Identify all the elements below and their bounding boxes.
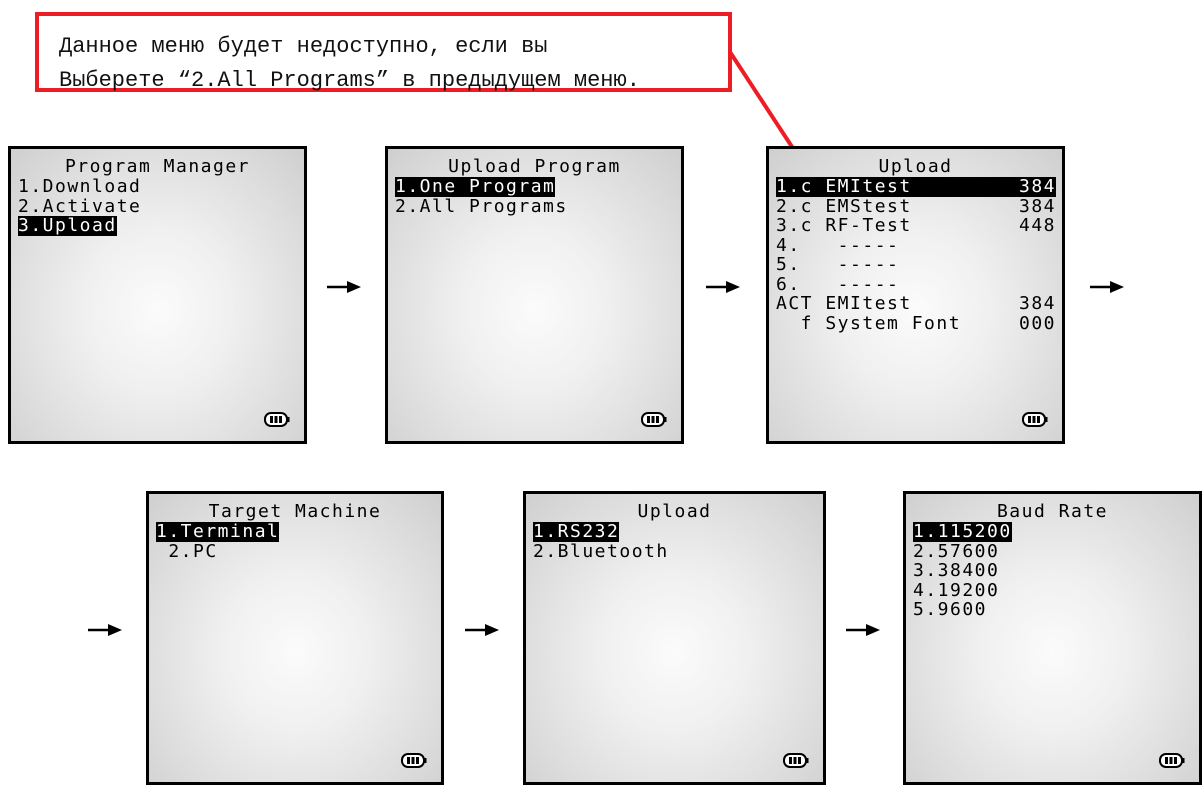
menu-item-label: 2.Activate xyxy=(18,195,142,217)
menu-item[interactable]: 6. ----- xyxy=(776,273,1056,295)
menu-item-label: 1.c EMItest xyxy=(776,176,912,197)
menu-item[interactable]: 4.19200 xyxy=(913,579,1193,601)
menu-item-label: 1.Terminal xyxy=(156,521,280,542)
menu-item[interactable]: 1.One Program xyxy=(395,177,675,197)
menu-item-label: 1.Download xyxy=(18,176,142,197)
menu-item-label: 3.c RF-Test xyxy=(776,215,912,236)
menu-list: 1.115200 2.57600 3.38400 4.19200 5.9600 xyxy=(913,522,1193,620)
menu-item-label: 4.19200 xyxy=(913,579,1000,601)
menu-item-size: 384 xyxy=(1018,293,1056,314)
screen-title: Baud Rate xyxy=(996,501,1109,522)
menu-item-size: 384 xyxy=(1018,176,1056,197)
menu-list: 1.RS232 2.Bluetooth xyxy=(533,522,817,561)
menu-item-size: 384 xyxy=(1018,195,1056,217)
menu-item-label: 5.9600 xyxy=(913,599,988,620)
screen-upload-port: Upload 1.RS232 2.Bluetooth xyxy=(523,491,826,785)
menu-item-label: 2.All Programs xyxy=(395,195,568,217)
menu-item[interactable]: 2.c EMStest 384 xyxy=(776,195,1056,217)
menu-item[interactable]: 1.115200 xyxy=(913,522,1193,542)
battery-icon xyxy=(401,753,427,768)
screen-baud-rate: Baud Rate 1.115200 2.57600 3.38400 4.19200 5.… xyxy=(903,491,1202,785)
flow-arrow-icon xyxy=(706,281,740,293)
note-line-2: Выберете “2.All Programs” в предыдущем м… xyxy=(59,68,640,93)
menu-item-label: 1.One Program xyxy=(395,176,556,197)
screen-title: Program Manager xyxy=(64,156,251,177)
menu-item[interactable]: 1.c EMItest 384 xyxy=(776,177,1056,197)
menu-item-label: 4. ----- xyxy=(776,234,900,256)
flow-arrow-icon xyxy=(88,624,122,636)
note-line-1: Данное меню будет недоступно, если вы xyxy=(59,34,548,59)
menu-item-size: 448 xyxy=(1018,215,1056,236)
menu-item[interactable]: 4. ----- xyxy=(776,234,1056,256)
menu-item-size: 000 xyxy=(1018,312,1056,334)
menu-item-label: 2.57600 xyxy=(913,540,1000,562)
menu-item-label: 2.c EMStest xyxy=(776,195,912,217)
menu-item-label: 3.38400 xyxy=(913,560,1000,581)
menu-list: 1.Terminal 2.PC xyxy=(156,522,435,561)
menu-item[interactable]: 2.Bluetooth xyxy=(533,540,817,562)
menu-item-label: 1.RS232 xyxy=(533,521,620,542)
menu-item[interactable]: 1.RS232 xyxy=(533,522,817,542)
flow-arrow-icon xyxy=(1090,281,1124,293)
menu-item[interactable]: 2.57600 xyxy=(913,540,1193,562)
menu-item[interactable]: ACT EMItest 384 xyxy=(776,294,1056,314)
battery-icon xyxy=(641,412,667,427)
menu-item-label: 2.PC xyxy=(156,540,218,562)
menu-item[interactable]: 5.9600 xyxy=(913,600,1193,620)
menu-item[interactable]: 5. ----- xyxy=(776,255,1056,275)
screen-title: Target Machine xyxy=(208,501,382,522)
screen-target-machine: Target Machine 1.Terminal 2.PC xyxy=(146,491,444,785)
menu-item-label: 6. ----- xyxy=(776,273,900,295)
menu-item[interactable]: f System Font 000 xyxy=(776,312,1056,334)
menu-item[interactable]: 2.PC xyxy=(156,540,435,562)
menu-item[interactable]: 3.Upload xyxy=(18,216,298,236)
screen-upload-list: Upload 1.c EMItest 384 2.c EMStest 384 3.c RF… xyxy=(766,146,1065,444)
flow-arrow-icon xyxy=(846,624,880,636)
menu-list: 1.Download 2.Activate 3.Upload xyxy=(18,177,298,236)
menu-item-label: 1.115200 xyxy=(913,521,1012,542)
menu-item[interactable]: 3.c RF-Test 448 xyxy=(776,216,1056,236)
menu-item-label: 2.Bluetooth xyxy=(533,540,669,562)
menu-item[interactable]: 3.38400 xyxy=(913,561,1193,581)
menu-list: 1.One Program 2.All Programs xyxy=(395,177,675,216)
screen-title: Upload Program xyxy=(448,156,621,177)
menu-item[interactable]: 1.Terminal xyxy=(156,522,435,542)
flow-arrow-icon xyxy=(465,624,499,636)
screen-title: Upload xyxy=(878,156,953,177)
battery-icon xyxy=(1022,412,1048,427)
menu-item-label: 3.Upload xyxy=(18,215,117,236)
screen-upload-program: Upload Program 1.One Program 2.All Program… xyxy=(385,146,684,444)
menu-item[interactable]: 2.All Programs xyxy=(395,195,675,217)
menu-item-label: ACT EMItest xyxy=(776,293,912,314)
screen-title: Upload xyxy=(637,501,712,522)
menu-item[interactable]: 1.Download xyxy=(18,177,298,197)
battery-icon xyxy=(1159,753,1185,768)
menu-item-label: 5. ----- xyxy=(776,254,900,275)
menu-item[interactable]: 2.Activate xyxy=(18,195,298,217)
screen-program-manager: Program Manager 1.Download 2.Activate 3.Upl… xyxy=(8,146,307,444)
note-callout: Данное меню будет недоступно, если вы Вы… xyxy=(35,12,732,93)
menu-list: 1.c EMItest 384 2.c EMStest 384 3.c RF-Test 4… xyxy=(776,177,1056,333)
battery-icon xyxy=(783,753,809,768)
menu-item-label: f System Font xyxy=(776,312,962,334)
battery-icon xyxy=(264,412,290,427)
flow-arrow-icon xyxy=(327,281,361,293)
